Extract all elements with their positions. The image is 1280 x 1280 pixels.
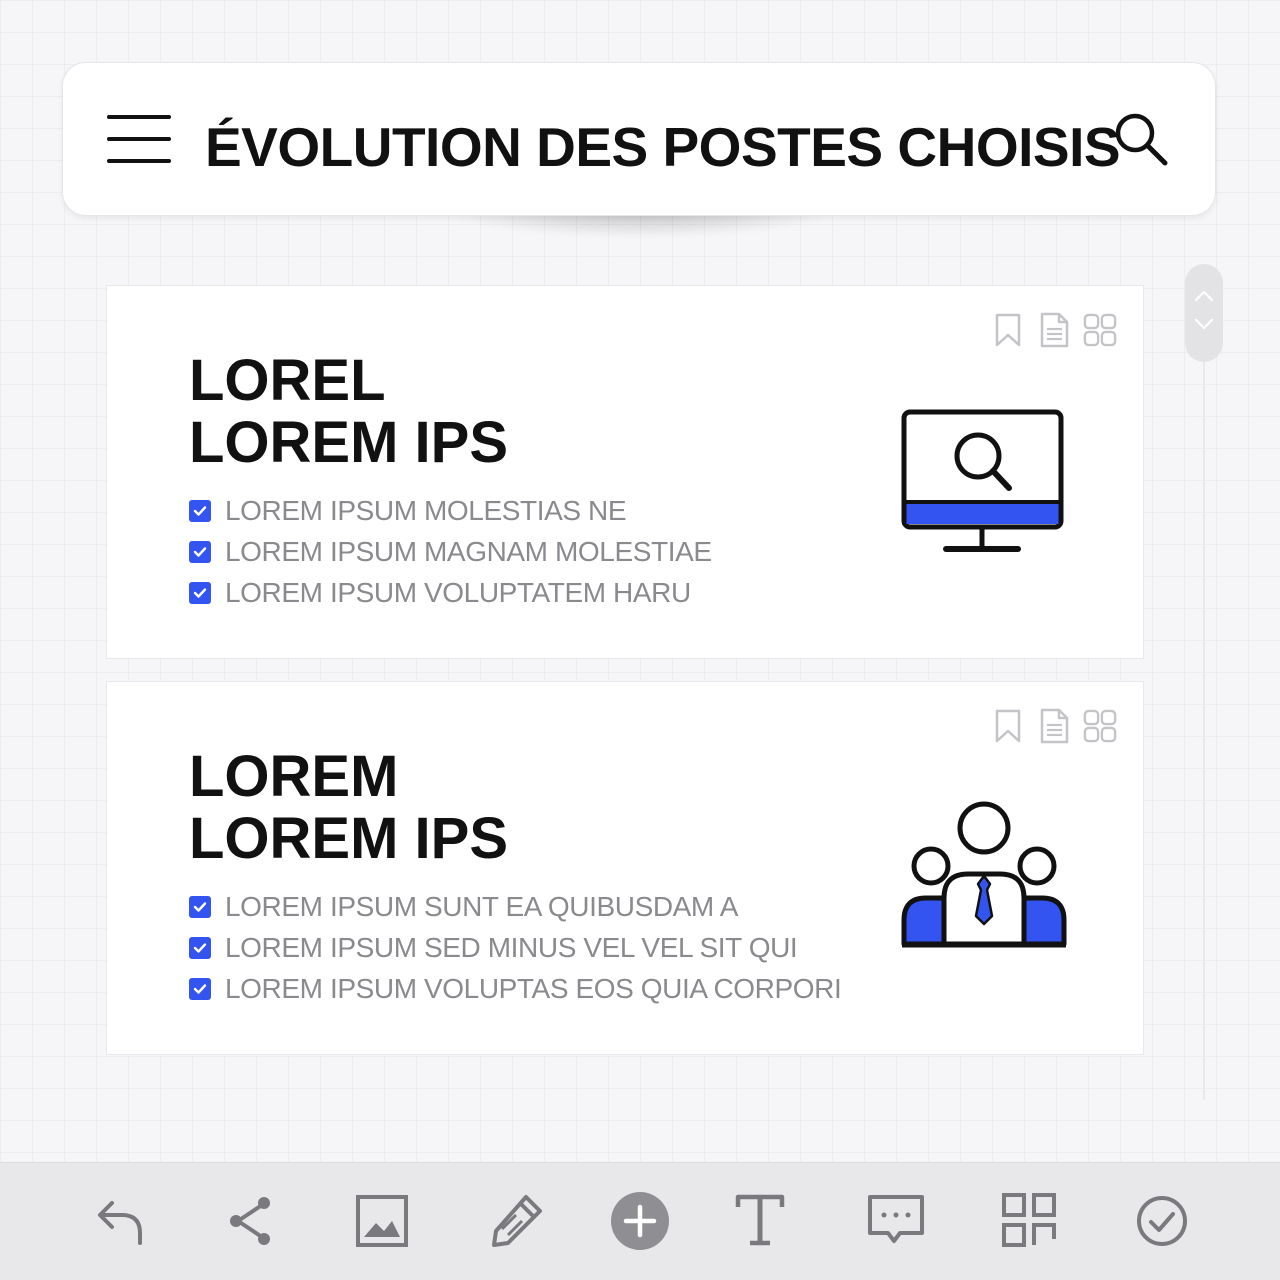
bookmark-icon[interactable] xyxy=(991,708,1025,744)
list-item: LOREM IPSUM MAGNAM MOLESTIAE xyxy=(189,531,712,572)
checkbox-checked-icon[interactable] xyxy=(189,581,211,604)
search-icon[interactable] xyxy=(1111,109,1171,169)
comment-icon[interactable] xyxy=(866,1191,926,1251)
chevron-up-icon[interactable] xyxy=(1194,288,1214,302)
list-item-label: LOREM IPSUM SED MINUS VEL VEL SIT QUI xyxy=(225,931,798,963)
checklist: LOREM IPSUM SUNT EA QUIBUSDAM A LOREM IP… xyxy=(189,886,842,1009)
card-title-line-2: LOREM IPS xyxy=(189,806,509,871)
checkbox-checked-icon[interactable] xyxy=(189,977,211,1000)
grid-icon[interactable] xyxy=(1083,708,1117,744)
card-tools xyxy=(991,312,1117,348)
list-item-label: LOREM IPSUM VOLUPTATEM HARU xyxy=(225,576,691,608)
checkbox-checked-icon[interactable] xyxy=(189,895,211,918)
list-item: LOREM IPSUM SED MINUS VEL VEL SIT QUI xyxy=(189,927,841,968)
card-title: LOREM LOREM IPS xyxy=(189,746,508,870)
list-item-label: LOREM IPSUM MOLESTIAS NE xyxy=(225,494,627,526)
image-icon[interactable] xyxy=(352,1191,412,1251)
document-icon[interactable] xyxy=(1037,312,1071,348)
list-item: LOREM IPSUM SUNT EA QUIBUSDAM A xyxy=(189,886,841,927)
check-icon[interactable] xyxy=(1132,1191,1192,1251)
undo-icon[interactable] xyxy=(88,1191,148,1251)
bottom-toolbar xyxy=(0,1162,1280,1280)
card-title-line-2: LOREM IPS xyxy=(189,410,509,475)
checklist: LOREM IPSUM MOLESTIAS NE LOREM IPSUM MAG… xyxy=(189,490,712,613)
job-card-1: LOREL LOREM IPS LOREM IPSUM MOLESTIAS NE… xyxy=(106,285,1144,659)
document-icon[interactable] xyxy=(1037,708,1071,744)
scrollbar-thumb[interactable] xyxy=(1185,264,1223,362)
grid-icon[interactable] xyxy=(1083,312,1117,348)
card-title-line-1: LOREL xyxy=(189,348,386,413)
pencil-icon[interactable] xyxy=(486,1191,546,1251)
layout-icon[interactable] xyxy=(1000,1191,1060,1251)
card-title: LOREL LOREM IPS xyxy=(189,350,508,474)
text-icon[interactable] xyxy=(730,1191,790,1251)
chevron-down-icon[interactable] xyxy=(1194,318,1214,332)
scrollbar-track[interactable] xyxy=(1203,300,1205,1100)
list-item: LOREM IPSUM MOLESTIAS NE xyxy=(189,490,712,531)
page-title: ÉVOLUTION DES POSTES CHOISIS xyxy=(205,116,1121,178)
checkbox-checked-icon[interactable] xyxy=(189,936,211,959)
bookmark-icon[interactable] xyxy=(991,312,1025,348)
list-item-label: LOREM IPSUM VOLUPTAS EOS QUIA CORPORI xyxy=(225,972,842,1004)
checkbox-checked-icon[interactable] xyxy=(189,540,211,563)
list-item: LOREM IPSUM VOLUPTAS EOS QUIA CORPORI xyxy=(189,968,842,1009)
list-item-label: LOREM IPSUM MAGNAM MOLESTIAE xyxy=(225,535,712,567)
monitor-search-icon xyxy=(901,409,1064,552)
checkbox-checked-icon[interactable] xyxy=(189,499,211,522)
list-item: LOREM IPSUM VOLUPTATEM HARU xyxy=(189,572,712,613)
card-title-line-1: LOREM xyxy=(189,744,399,809)
share-icon[interactable] xyxy=(220,1191,280,1251)
app-header: ÉVOLUTION DES POSTES CHOISIS xyxy=(62,62,1216,216)
team-people-icon xyxy=(901,801,1067,948)
hamburger-menu-icon[interactable] xyxy=(107,113,171,165)
add-icon[interactable] xyxy=(610,1191,670,1251)
job-card-2: LOREM LOREM IPS LOREM IPSUM SUNT EA QUIB… xyxy=(106,681,1144,1055)
card-tools xyxy=(991,708,1117,744)
list-item-label: LOREM IPSUM SUNT EA QUIBUSDAM A xyxy=(225,890,738,922)
